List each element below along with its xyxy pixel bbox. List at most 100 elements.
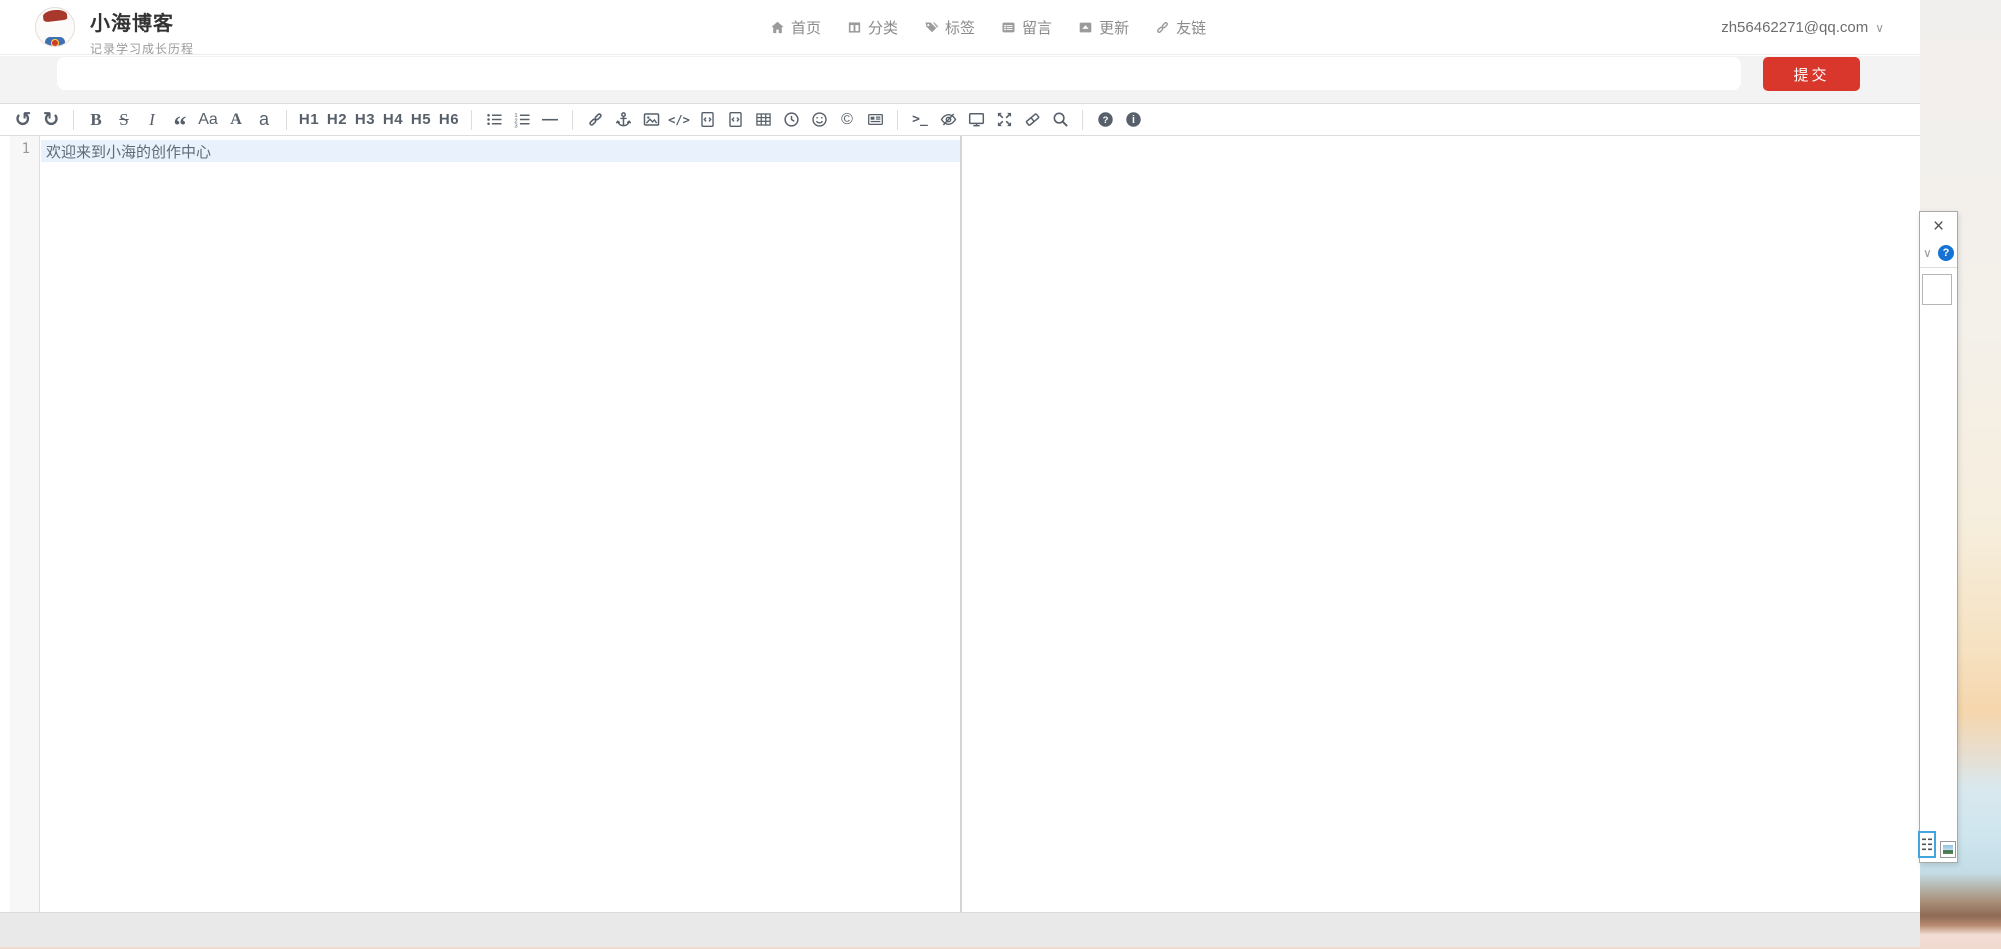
code-block-button[interactable] [722, 107, 748, 133]
code-pane[interactable]: 欢迎来到小海的创作中心 [41, 136, 960, 912]
bold-button[interactable]: B [83, 107, 109, 133]
site-title[interactable]: 小海博客 [90, 7, 194, 36]
site-subtitle: 记录学习成长历程 [90, 40, 194, 57]
anchor-button[interactable] [610, 107, 636, 133]
list-ol-icon: 123 [514, 111, 531, 128]
h5-button[interactable]: H5 [408, 107, 434, 133]
search-button[interactable] [1047, 107, 1073, 133]
table-icon [755, 111, 772, 128]
select-chevron-icon[interactable]: ∨ [1923, 246, 1932, 260]
uppercase-button[interactable]: A [223, 107, 249, 133]
smiley-icon [811, 111, 828, 128]
preview-pane [962, 136, 1920, 912]
eraser-icon [1024, 111, 1041, 128]
quote-button[interactable]: “ [167, 107, 193, 133]
list-alt-icon [1001, 20, 1016, 35]
side-popup-footer [1920, 831, 1957, 858]
svg-text:?: ? [1102, 115, 1108, 126]
chevron-down-icon: ∨ [1875, 21, 1884, 35]
pagebreak-button[interactable] [862, 107, 888, 133]
help-badge[interactable]: ? [1938, 245, 1954, 261]
file-code-icon [727, 111, 744, 128]
nav-updates[interactable]: 更新 [1078, 17, 1129, 38]
editor-text: 欢迎来到小海的创作中心 [46, 141, 211, 162]
toolbar-divider [1082, 110, 1083, 130]
preview-button[interactable] [963, 107, 989, 133]
list-ol-button[interactable]: 123 [509, 107, 535, 133]
info-icon: i [1125, 111, 1142, 128]
caret-up-square-icon [1078, 20, 1093, 35]
strikethrough-button[interactable]: S [111, 107, 137, 133]
code-button[interactable]: </> [666, 107, 692, 133]
italic-button[interactable]: I [139, 107, 165, 133]
chain-icon [587, 111, 604, 128]
site-title-block: 小海博客 记录学习成长历程 [90, 7, 194, 57]
list-ul-icon [486, 111, 503, 128]
side-popup-input[interactable] [1922, 274, 1952, 305]
info-button[interactable]: i [1120, 107, 1146, 133]
image-view-button[interactable] [1940, 841, 1956, 858]
goto-line-button[interactable]: >_ [907, 107, 933, 133]
image-icon [643, 111, 660, 128]
line-number-gutter: 1 [10, 136, 40, 912]
expand-arrows-icon [996, 111, 1013, 128]
page-footer [0, 912, 1920, 947]
emoji-button[interactable] [806, 107, 832, 133]
chain-icon [1155, 20, 1170, 35]
list-ul-button[interactable] [481, 107, 507, 133]
h1-button[interactable]: H1 [296, 107, 322, 133]
preformatted-text-button[interactable] [694, 107, 720, 133]
side-popup: × ∨ ? [1919, 211, 1958, 863]
compose-bar: 提交 [0, 56, 1920, 103]
site-header: 小海博客 记录学习成长历程 首页 分类 [0, 0, 1920, 55]
image-button[interactable] [638, 107, 664, 133]
help-icon: ? [1097, 111, 1114, 128]
undo-button[interactable]: ↺ [10, 107, 36, 133]
home-icon [770, 20, 785, 35]
editor-toolbar: ↺ ↻ B S I [0, 103, 1920, 136]
clear-button[interactable] [1019, 107, 1045, 133]
help-button[interactable]: ? [1092, 107, 1118, 133]
toolbar-divider [897, 110, 898, 130]
svg-text:3: 3 [514, 124, 517, 128]
redo-button[interactable]: ↻ [38, 107, 64, 133]
h2-button[interactable]: H2 [324, 107, 350, 133]
html-entities-button[interactable]: © [834, 107, 860, 133]
site-logo-avatar[interactable] [35, 7, 75, 47]
newspaper-icon [867, 111, 884, 128]
h3-button[interactable]: H3 [352, 107, 378, 133]
user-email: zh56462271@qq.com [1721, 19, 1868, 36]
tags-icon [924, 20, 939, 35]
blog-editor-page: 小海博客 记录学习成长历程 首页 分类 [0, 0, 2001, 949]
nav-home[interactable]: 首页 [770, 17, 821, 38]
table-button[interactable] [750, 107, 776, 133]
nav-friend-links[interactable]: 友链 [1155, 17, 1206, 38]
search-icon [1052, 111, 1069, 128]
hr-button[interactable]: — [537, 107, 563, 133]
anchor-icon [615, 111, 632, 128]
h4-button[interactable]: H4 [380, 107, 406, 133]
user-menu[interactable]: zh56462271@qq.com ∨ [1721, 0, 1884, 55]
nav-messages[interactable]: 留言 [1001, 17, 1052, 38]
watch-button[interactable] [935, 107, 961, 133]
ucwords-button[interactable]: Aa [195, 107, 221, 133]
main-content: 小海博客 记录学习成长历程 首页 分类 [0, 0, 1920, 947]
post-title-input[interactable] [57, 57, 1741, 90]
svg-text:i: i [1132, 114, 1135, 126]
submit-button[interactable]: 提交 [1763, 57, 1860, 91]
eye-slash-icon [940, 111, 957, 128]
thumbnail-image [1943, 845, 1953, 854]
main-nav: 首页 分类 标签 留言 [770, 0, 1206, 55]
datetime-button[interactable] [778, 107, 804, 133]
link-button[interactable] [582, 107, 608, 133]
h6-button[interactable]: H6 [436, 107, 462, 133]
side-popup-controls: ∨ ? [1920, 245, 1957, 268]
fullscreen-button[interactable] [991, 107, 1017, 133]
monitor-icon [968, 111, 985, 128]
list-view-button[interactable] [1918, 831, 1936, 858]
nav-categories[interactable]: 分类 [847, 17, 898, 38]
close-icon[interactable]: × [1920, 217, 1957, 237]
active-line[interactable]: 欢迎来到小海的创作中心 [41, 140, 960, 162]
nav-tags[interactable]: 标签 [924, 17, 975, 38]
lowercase-button[interactable]: a [251, 107, 277, 133]
